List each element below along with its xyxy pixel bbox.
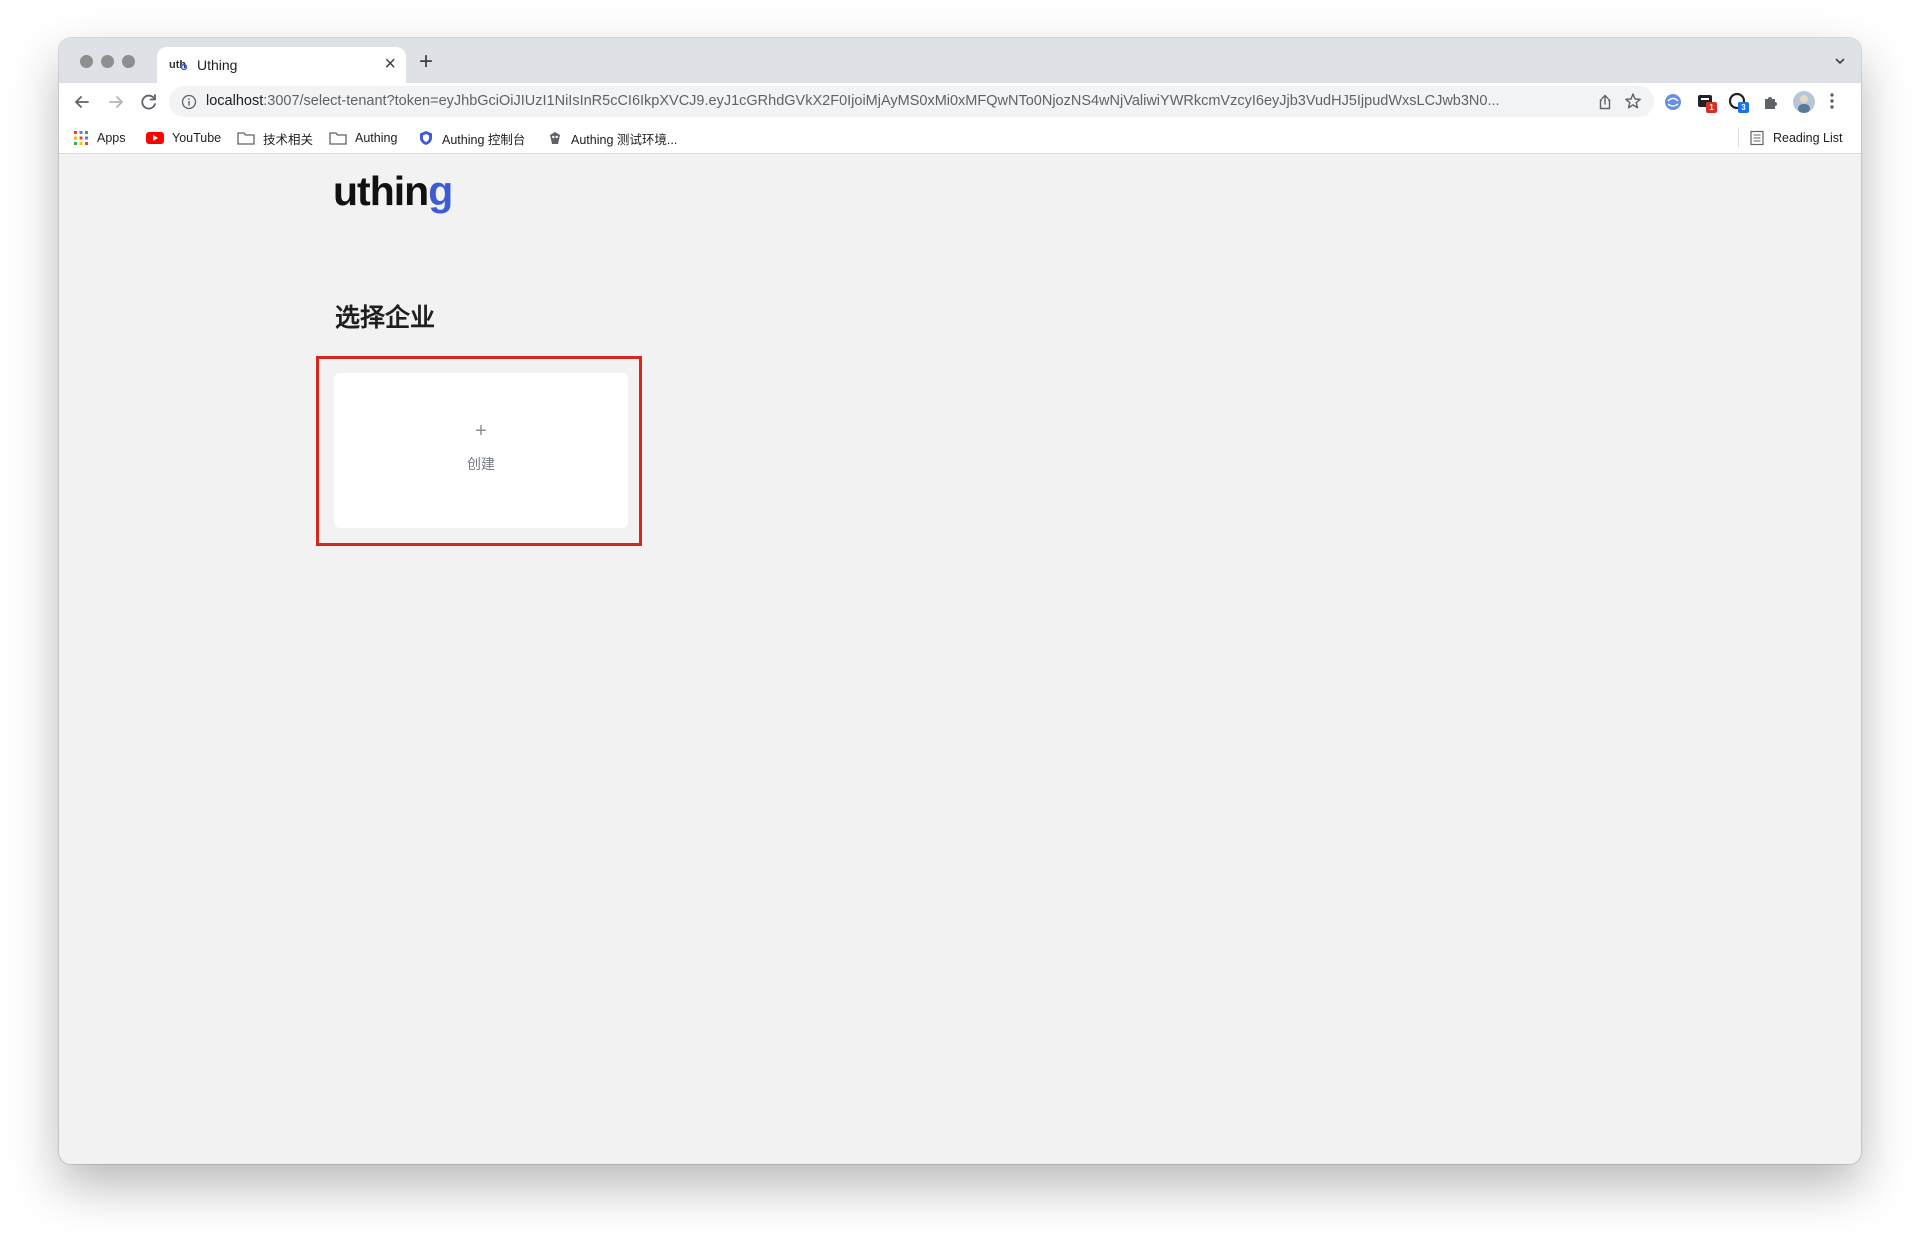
bookmark-youtube[interactable]: YouTube (146, 129, 221, 147)
reading-list-icon (1750, 130, 1764, 146)
bookmark-apps-label: Apps (97, 131, 126, 145)
page-title: 选择企业 (335, 304, 436, 332)
new-tab-button[interactable]: + (419, 50, 433, 74)
bookmark-folder-tech[interactable]: 技术相关 (237, 129, 313, 147)
extension-3-icon[interactable]: 3 (1728, 92, 1749, 113)
minimize-window-button[interactable] (101, 55, 114, 68)
reload-icon[interactable] (138, 91, 160, 113)
bookmark-authing-test[interactable]: Authing 测试环境... (547, 129, 677, 147)
forward-arrow-icon[interactable] (105, 91, 127, 113)
share-icon[interactable] (1596, 93, 1614, 111)
create-label: 创建 (467, 456, 495, 472)
more-menu-icon[interactable] (1829, 92, 1835, 110)
folder-icon (329, 132, 347, 145)
bookmark-authing-console[interactable]: Authing 控制台 (418, 129, 525, 147)
extension-3-badge: 3 (1738, 102, 1749, 113)
logo-accent: g (428, 168, 453, 214)
bookmark-apps[interactable]: Apps (73, 129, 126, 147)
bookmark-tech-label: 技术相关 (263, 132, 314, 147)
translate-extension-icon[interactable] (1663, 92, 1683, 112)
uthing-logo: uthing (333, 166, 453, 216)
page-content: uthing 选择企业 + 创建 (59, 155, 1861, 1164)
logo-text: uthin (333, 168, 429, 214)
reading-list-button[interactable]: Reading List (1749, 129, 1843, 147)
youtube-icon (146, 132, 164, 144)
tab-search-chevron-icon[interactable] (1833, 54, 1847, 68)
url-path: :3007/select-tenant?token=eyJhbGciOiJIUz… (263, 93, 1500, 109)
url-host: localhost (206, 93, 264, 109)
bookmarks-divider (1738, 128, 1739, 147)
bookmark-console-label: Authing 控制台 (442, 132, 526, 147)
tab-title: Uthing (197, 57, 238, 73)
extension-2-badge: 1 (1706, 102, 1717, 113)
reading-list-label: Reading List (1773, 131, 1843, 145)
tab-close-icon[interactable]: × (384, 52, 396, 76)
browser-toolbar: localhost:3007/select-tenant?token=eyJhb… (59, 83, 1861, 120)
close-window-button[interactable] (80, 55, 93, 68)
tab-uthing[interactable]: uth Uthing × (157, 47, 406, 83)
back-arrow-icon[interactable] (71, 91, 93, 113)
plus-icon: + (475, 420, 487, 442)
extensions-puzzle-icon[interactable] (1761, 92, 1781, 112)
maximize-window-button[interactable] (122, 55, 135, 68)
uthing-favicon-icon: uth (169, 59, 187, 71)
address-bar[interactable]: localhost:3007/select-tenant?token=eyJhb… (169, 86, 1654, 117)
authing-shield-icon (420, 131, 432, 145)
create-tenant-card[interactable]: + 创建 (334, 373, 628, 528)
bookmarks-bar: Apps YouTube 技术相关 Authing Authing 控制台 Au… (59, 120, 1861, 154)
bookmark-authing-label: Authing (355, 131, 398, 145)
bookmark-folder-authing[interactable]: Authing (329, 129, 397, 147)
apps-grid-icon (74, 131, 88, 145)
browser-window: uth Uthing × + localhost:3007/select-ten… (59, 38, 1861, 1164)
url-text[interactable]: localhost:3007/select-tenant?token=eyJhb… (206, 93, 1606, 109)
extension-2-icon[interactable]: 1 (1696, 92, 1717, 113)
bookmark-test-label: Authing 测试环境... (571, 132, 678, 147)
profile-avatar[interactable] (1793, 91, 1815, 113)
site-info-icon[interactable] (181, 94, 197, 110)
bookmark-youtube-label: YouTube (172, 131, 222, 145)
folder-icon (237, 132, 255, 145)
authing-test-icon (550, 132, 560, 144)
bookmark-star-icon[interactable] (1624, 92, 1642, 110)
tab-strip: uth Uthing × + (59, 38, 1861, 83)
